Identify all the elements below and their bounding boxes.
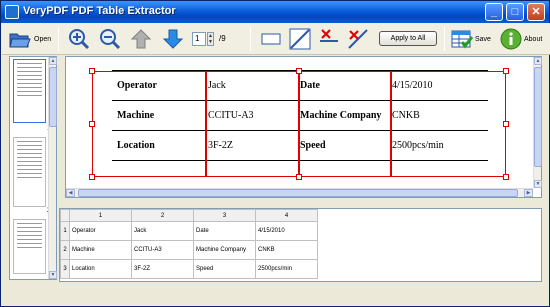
grid-cell[interactable]: Date: [193, 221, 256, 241]
grid-column-header[interactable]: 4: [255, 209, 318, 222]
grid-cell[interactable]: Location: [69, 259, 132, 279]
scroll-up-icon[interactable]: ▲: [49, 57, 57, 65]
save-table-icon: [451, 30, 473, 49]
open-label: Open: [34, 35, 52, 43]
grid-cell[interactable]: CNKB: [255, 240, 318, 260]
table-row: 1 Operator Jack Date 4/15/2010: [60, 221, 318, 241]
page-spinner[interactable]: ▲ ▼: [207, 32, 214, 46]
delete-diagonal-button[interactable]: [347, 26, 369, 52]
arrow-down-icon: [162, 29, 184, 49]
scroll-down-icon[interactable]: ▼: [534, 180, 542, 188]
grid-row-header[interactable]: 1: [60, 221, 70, 241]
zoom-out-button[interactable]: [99, 26, 121, 52]
previous-page-button[interactable]: [130, 26, 152, 52]
draw-line-button[interactable]: [289, 26, 311, 52]
close-button[interactable]: ✕: [527, 3, 545, 21]
resize-handle[interactable]: [503, 174, 509, 180]
save-button[interactable]: Save: [451, 26, 491, 52]
result-table: 1 2 3 4 1 Operator Jack Date 4/15/2010 2…: [60, 209, 318, 279]
thumbnail-page-1[interactable]: [13, 59, 46, 123]
resize-handle[interactable]: [89, 68, 95, 74]
open-button[interactable]: Open: [8, 26, 51, 52]
about-label: About: [524, 35, 543, 43]
app-icon: [5, 5, 19, 19]
arrow-up-icon: [130, 29, 152, 49]
thumbnail-page-3[interactable]: [13, 219, 46, 274]
grid-header-row: 1 2 3 4: [60, 209, 318, 222]
maximize-button[interactable]: □: [506, 3, 524, 21]
extracted-table-grid[interactable]: 1 2 3 4 1 Operator Jack Date 4/15/2010 2…: [59, 208, 542, 282]
minimize-button[interactable]: _: [485, 3, 503, 21]
open-folder-icon: [9, 33, 31, 48]
grid-cell[interactable]: Speed: [193, 259, 256, 279]
grid-column-header[interactable]: 1: [69, 209, 132, 222]
scroll-down-icon[interactable]: ▼: [49, 271, 57, 279]
zoom-in-icon: [69, 29, 90, 50]
rectangle-icon: [261, 33, 281, 45]
resize-handle[interactable]: [89, 174, 95, 180]
viewer-vertical-scrollbar[interactable]: ▲ ▼: [533, 57, 542, 188]
grid-cell[interactable]: Machine Company: [193, 240, 256, 260]
viewer-scroll-thumb[interactable]: [534, 67, 542, 167]
zoom-in-button[interactable]: [68, 26, 90, 52]
grid-column-header[interactable]: 2: [131, 209, 194, 222]
viewer-hscroll-thumb[interactable]: [78, 189, 518, 197]
diagonal-line-icon: [289, 28, 311, 50]
grid-cell[interactable]: 2500pcs/min: [255, 259, 318, 279]
thumbnail-page-2[interactable]: [13, 137, 46, 207]
thumbnail-scroll-thumb[interactable]: [49, 67, 57, 127]
grid-cell[interactable]: Jack: [131, 221, 194, 241]
grid-column-header[interactable]: 3: [193, 209, 256, 222]
pane-splitter[interactable]: [65, 200, 542, 206]
delete-diagonal-icon: [348, 29, 368, 49]
thumbnail-scrollbar[interactable]: ▲ ▼: [48, 57, 57, 279]
table-row: 2 Machine CCITU-A3 Machine Company CNKB: [60, 240, 318, 260]
toolbar: Open 1 ▲ ▼ /9 Apply to All Save About: [2, 23, 550, 55]
grid-cell[interactable]: Operator: [69, 221, 132, 241]
pdf-page: Operator Jack Date 4/15/2010 Machine CCI…: [70, 57, 531, 187]
scroll-up-icon[interactable]: ▲: [534, 57, 542, 65]
window-title: VeryPDF PDF Table Extractor: [23, 5, 176, 17]
thumbnail-panel[interactable]: 1 2 ▲ ▼: [9, 56, 57, 280]
viewer-horizontal-scrollbar[interactable]: ◀ ▶: [66, 188, 533, 197]
resize-handle[interactable]: [503, 121, 509, 127]
page-count: /9: [219, 34, 226, 43]
grid-cell[interactable]: CCITU-A3: [131, 240, 194, 260]
about-button[interactable]: About: [500, 26, 542, 52]
delete-line-button[interactable]: [318, 26, 340, 52]
resize-handle[interactable]: [296, 174, 302, 180]
next-page-button[interactable]: [162, 26, 184, 52]
column-divider[interactable]: [205, 71, 207, 177]
app-window: VeryPDF PDF Table Extractor _ □ ✕ Open 1…: [0, 0, 550, 307]
grid-cell[interactable]: 4/15/2010: [255, 221, 318, 241]
resize-handle[interactable]: [503, 68, 509, 74]
resize-handle[interactable]: [89, 121, 95, 127]
info-icon: [500, 28, 522, 50]
page-number-input[interactable]: 1: [192, 32, 206, 46]
grid-row-header[interactable]: 2: [60, 240, 70, 260]
resize-handle[interactable]: [296, 68, 302, 74]
delete-line-icon: [320, 29, 338, 42]
table-row: 3 Location 3F-2Z Speed 2500pcs/min: [60, 259, 318, 279]
column-divider[interactable]: [298, 71, 300, 177]
column-divider[interactable]: [390, 71, 392, 177]
title-bar: VeryPDF PDF Table Extractor _ □ ✕: [1, 1, 549, 23]
zoom-out-icon: [100, 29, 121, 50]
apply-to-all-button[interactable]: Apply to All: [379, 31, 437, 46]
pdf-viewer[interactable]: Operator Jack Date 4/15/2010 Machine CCI…: [65, 56, 542, 198]
scroll-left-icon[interactable]: ◀: [66, 189, 75, 197]
grid-row-header[interactable]: 3: [60, 259, 70, 279]
grid-cell[interactable]: 3F-2Z: [131, 259, 194, 279]
save-label: Save: [475, 35, 491, 43]
spin-down-icon[interactable]: ▼: [208, 39, 213, 45]
grid-corner: [60, 209, 70, 222]
scroll-right-icon[interactable]: ▶: [524, 189, 533, 197]
grid-cell[interactable]: Machine: [69, 240, 132, 260]
draw-rectangle-button[interactable]: [260, 26, 282, 52]
